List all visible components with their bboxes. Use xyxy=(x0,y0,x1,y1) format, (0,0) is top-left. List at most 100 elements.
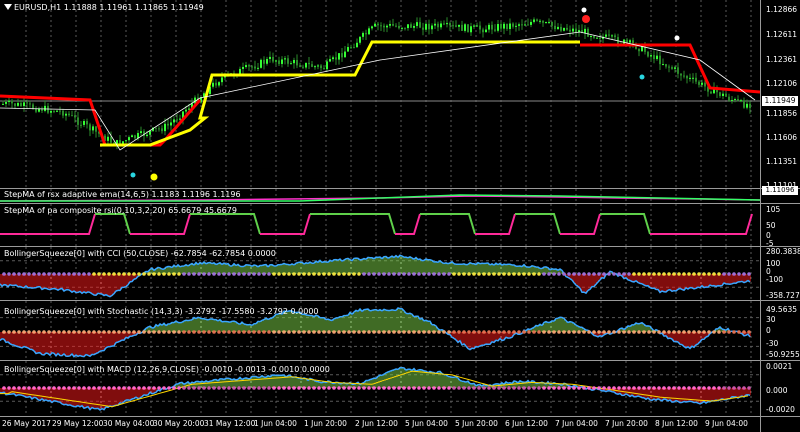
squeeze-dot xyxy=(167,386,171,390)
squeeze-dot xyxy=(542,330,546,334)
squeeze-dot xyxy=(182,272,186,276)
candle-body xyxy=(722,93,724,96)
candle-body xyxy=(35,108,37,112)
candle-body xyxy=(668,66,670,68)
candle-body xyxy=(260,59,262,68)
candle-body xyxy=(398,25,400,29)
candle-body xyxy=(629,40,631,43)
candle-body xyxy=(671,67,673,69)
squeeze-dot xyxy=(597,330,601,334)
squeeze-dot xyxy=(247,330,251,334)
squeeze-dot xyxy=(77,330,81,334)
time-label: 30 May 04:00 xyxy=(103,419,155,428)
candle-body xyxy=(518,24,520,26)
squeeze-dot xyxy=(22,386,26,390)
squeeze-dot xyxy=(577,386,581,390)
squeeze-dot xyxy=(657,272,661,276)
squeeze-dot xyxy=(392,330,396,334)
time-label: 5 Jun 20:00 xyxy=(455,419,498,428)
candle-body xyxy=(347,47,349,52)
squeeze-dot xyxy=(657,386,661,390)
squeeze-dot xyxy=(632,272,636,276)
candle-body xyxy=(542,20,544,23)
squeeze-dot xyxy=(227,330,231,334)
candle-body xyxy=(17,102,19,106)
candle-body xyxy=(374,23,376,27)
squeeze-dot xyxy=(167,272,171,276)
candle-body xyxy=(308,62,310,65)
candle-body xyxy=(710,91,712,94)
squeeze-dot xyxy=(107,330,111,334)
candle-body xyxy=(692,77,694,79)
squeeze-dot xyxy=(547,386,551,390)
candle-body xyxy=(2,103,4,105)
candle-body xyxy=(65,113,67,116)
squeeze-dot xyxy=(222,330,226,334)
candle-body xyxy=(362,32,364,37)
squeeze-dot xyxy=(542,386,546,390)
bb-squeeze-macd-pane[interactable]: BollingerSqueeze[0] with MACD (12,26,9,C… xyxy=(0,361,760,416)
candle-body xyxy=(425,23,427,30)
squeeze-dot xyxy=(642,272,646,276)
squeeze-dot xyxy=(397,386,401,390)
squeeze-dot xyxy=(737,330,741,334)
candle-body xyxy=(56,110,58,112)
candle-body xyxy=(695,77,697,82)
candle-body xyxy=(23,102,25,107)
squeeze-dot xyxy=(132,386,136,390)
squeeze-dot xyxy=(682,272,686,276)
squeeze-dot xyxy=(307,272,311,276)
indicator-value-box: 1.11096 xyxy=(762,186,798,195)
candle-body xyxy=(416,22,418,26)
squeeze-dot xyxy=(167,330,171,334)
squeeze-dot xyxy=(382,386,386,390)
candle-body xyxy=(158,128,160,130)
squeeze-dot xyxy=(202,386,206,390)
candle-body xyxy=(221,77,223,83)
stepma-rsx-pane[interactable]: StepMA of rsx adaptive ema(14,6,5) 1.118… xyxy=(0,189,760,203)
squeeze-dot xyxy=(92,330,96,334)
candle-body xyxy=(377,23,379,26)
squeeze-dot xyxy=(602,386,606,390)
squeeze-dot xyxy=(397,272,401,276)
squeeze-dot xyxy=(712,330,716,334)
indicator-title: StepMA of rsx adaptive ema(14,6,5) 1.118… xyxy=(4,190,241,199)
squeeze-dot xyxy=(2,272,6,276)
squeeze-dot xyxy=(607,386,611,390)
axis-label: 105 xyxy=(766,205,781,214)
squeeze-dot xyxy=(142,386,146,390)
squeeze-dot xyxy=(407,330,411,334)
squeeze-dot xyxy=(497,386,501,390)
squeeze-dot xyxy=(277,330,281,334)
candle-body xyxy=(128,137,130,141)
candle-body xyxy=(164,123,166,132)
squeeze-dot xyxy=(427,272,431,276)
squeeze-dot xyxy=(297,386,301,390)
price-label: 1.11856 xyxy=(766,109,798,118)
squeeze-dot xyxy=(457,386,461,390)
candle-body xyxy=(515,25,517,27)
candle-body xyxy=(131,135,133,138)
candle-body xyxy=(344,51,346,58)
squeeze-dot xyxy=(327,330,331,334)
bb-squeeze-stoch-pane[interactable]: BollingerSqueeze[0] with Stochastic (14,… xyxy=(0,301,760,360)
squeeze-dot xyxy=(97,386,101,390)
squeeze-dot xyxy=(317,272,321,276)
squeeze-dot xyxy=(97,272,101,276)
squeeze-dot xyxy=(82,386,86,390)
candle-body xyxy=(557,26,559,30)
stepma-pa-rsi-pane[interactable]: StepMA of pa composite rsi(0,10,3,2,20) … xyxy=(0,204,760,246)
candle-body xyxy=(521,24,523,26)
chart-menu-icon[interactable] xyxy=(4,4,12,10)
time-label: 9 Jun 04:00 xyxy=(705,419,748,428)
squeeze-dot xyxy=(42,386,46,390)
candle-body xyxy=(437,23,439,28)
squeeze-dot xyxy=(72,386,76,390)
main-price-pane[interactable]: EURUSD,H1 1.11888 1.11961 1.11865 1.1194… xyxy=(0,0,760,188)
candle-body xyxy=(296,59,298,66)
axis-label: 49.5635 xyxy=(766,305,798,314)
candle-body xyxy=(395,25,397,27)
squeeze-dot xyxy=(412,386,416,390)
candle-body xyxy=(389,24,391,26)
bb-squeeze-cci-pane[interactable]: BollingerSqueeze[0] with CCI (50,CLOSE) … xyxy=(0,247,760,300)
